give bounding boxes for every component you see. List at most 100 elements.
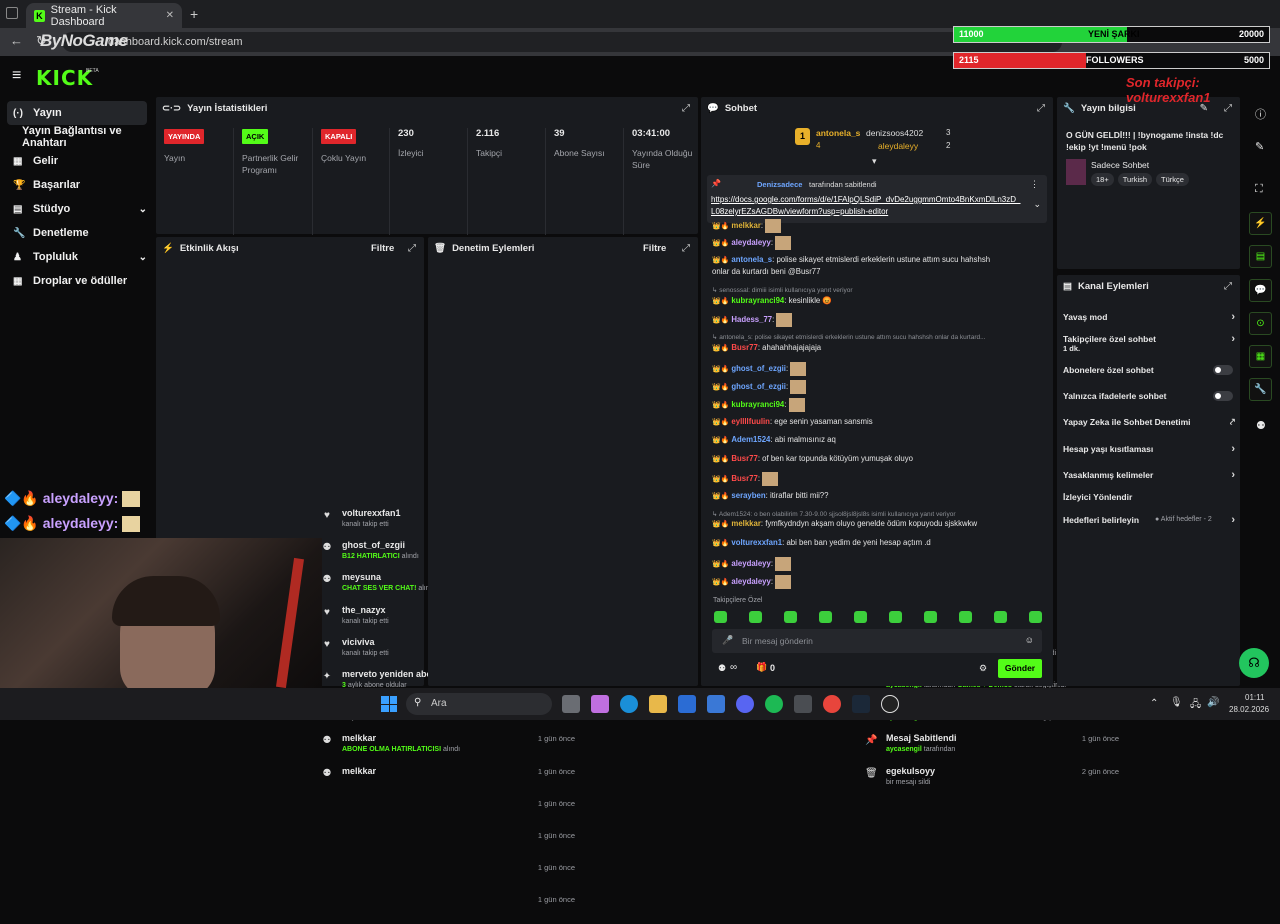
tray-chevron-icon[interactable]: ⌃: [1150, 698, 1158, 709]
explorer-icon[interactable]: [649, 695, 667, 713]
leader-2-name[interactable]: denizsoos4202: [866, 128, 923, 138]
gift-icon[interactable]: 🎁: [756, 662, 767, 673]
list-item[interactable]: 🗑 egekulsoyy bir mesajı sildi 2 gün önce: [865, 764, 1119, 796]
chat-username[interactable]: Busr77: [731, 474, 757, 483]
clock-time[interactable]: 01:11: [1245, 693, 1264, 702]
chat-message[interactable]: ↳ antonela_s: polise sikayet etmislerdi …: [712, 332, 986, 341]
toggle-switch[interactable]: [1213, 391, 1233, 401]
chat-message[interactable]: 👑🔥 volturexxfan1: abi ben ban yedim de y…: [712, 538, 931, 547]
app-icon[interactable]: [794, 695, 812, 713]
rail-tools-button[interactable]: 🔧: [1249, 378, 1272, 401]
chat-message[interactable]: 👑🔥 eyllllfuulin: ege senin yasaman sansm…: [712, 417, 873, 426]
chat-username[interactable]: aleydaleyy: [731, 238, 770, 247]
list-item[interactable]: ⚉ melkkar 1 gün önce: [321, 764, 575, 796]
discord-icon[interactable]: [736, 695, 754, 713]
crop-icon[interactable]: ⛶: [1255, 183, 1263, 196]
sidebar-item[interactable]: 🔧 Denetleme: [7, 221, 147, 245]
tag[interactable]: 18+: [1091, 173, 1114, 186]
chat-message[interactable]: 👑🔥 melkkar:: [712, 219, 782, 233]
chat-message[interactable]: 👑🔥 aleydaleyy:: [712, 236, 792, 250]
chat-username[interactable]: melkkar: [731, 221, 760, 230]
leader-1-name[interactable]: antonela_s: [816, 128, 860, 138]
pinned-chevron-icon[interactable]: ⌄: [1033, 199, 1041, 210]
channel-action[interactable]: Abonelere özel sohbet: [1063, 365, 1233, 383]
word-icon[interactable]: [678, 695, 696, 713]
chat-username[interactable]: volturexxfan1: [731, 538, 782, 547]
chat-message[interactable]: 👑🔥 ghost_of_ezgii:: [712, 362, 807, 376]
task-view-icon[interactable]: [562, 695, 580, 713]
channel-action[interactable]: Yavaş mod ›: [1063, 311, 1235, 330]
toggle-switch[interactable]: [1213, 365, 1233, 375]
emote-button[interactable]: [959, 611, 972, 623]
chat-username[interactable]: kubrayranci94: [731, 400, 784, 409]
sidebar-item[interactable]: ▦ Gelir: [7, 149, 147, 173]
chat-message[interactable]: 👑🔥 kubrayranci94:: [712, 398, 805, 412]
leader-3-name[interactable]: aleydaleyy: [878, 141, 918, 151]
obs-icon[interactable]: [881, 695, 899, 713]
channel-action[interactable]: Yasaklanmış kelimeler ›: [1063, 469, 1235, 488]
chrome-icon[interactable]: [823, 695, 841, 713]
sidebar-item[interactable]: ▤ Stüdyo ⌄: [7, 197, 147, 221]
taskbar-search[interactable]: ⚲ Ara: [406, 693, 552, 715]
chat-message[interactable]: 👑🔥 Busr77: ahahahhajajajaja: [712, 343, 821, 352]
activity-expand-icon[interactable]: ⤢: [408, 243, 416, 254]
sidebar-item[interactable]: ▦ Droplar ve ödüller: [7, 269, 147, 293]
chat-username[interactable]: aleydaleyy: [731, 577, 770, 586]
tag[interactable]: Turkish: [1117, 173, 1153, 186]
list-item[interactable]: 1 gün önce: [321, 828, 575, 860]
collapse-leaders-icon[interactable]: ▾: [872, 156, 877, 167]
clock-date[interactable]: 28.02.2026: [1229, 705, 1269, 714]
chat-message[interactable]: 👑🔥 serayben: itiraflar bitti mii??: [712, 491, 828, 500]
emote-button[interactable]: [714, 611, 727, 623]
chat-message[interactable]: 👑🔥 ghost_of_ezgii:: [712, 380, 807, 394]
chat-message[interactable]: 👑🔥 antonela_s: polise sikayet etmislerdi…: [712, 255, 990, 264]
emote-button[interactable]: [854, 611, 867, 623]
channel-action[interactable]: Hesap yaşı kısıtlaması ›: [1063, 443, 1235, 462]
chat-username[interactable]: serayben: [731, 491, 765, 500]
channel-action[interactable]: Yalnızca ifadelerle sohbet: [1063, 391, 1233, 409]
tab-close-icon[interactable]: ✕: [166, 10, 174, 21]
mail-icon[interactable]: [707, 695, 725, 713]
rail-chat-button[interactable]: 💬: [1249, 279, 1272, 302]
edge-icon[interactable]: [620, 695, 638, 713]
menu-icon[interactable]: ≡: [12, 67, 21, 85]
moderation-expand-icon[interactable]: ⤢: [682, 243, 690, 254]
list-item[interactable]: 📌 Mesaj Sabitlendi aycasengil tarafından 1 …: [865, 731, 1119, 763]
sidebar-item[interactable]: (·) Yayın: [7, 101, 147, 125]
chat-input[interactable]: 🎤 Bir mesaj gönderin ☺: [712, 629, 1042, 653]
emote-button[interactable]: [819, 611, 832, 623]
chat-settings-icon[interactable]: ⚙: [979, 663, 987, 674]
back-icon[interactable]: ←: [10, 33, 23, 48]
moderation-filter-button[interactable]: Filtre: [643, 243, 666, 254]
emote-button[interactable]: [924, 611, 937, 623]
chat-username[interactable]: kubrayranci94: [731, 296, 784, 305]
mic-icon[interactable]: 🎤: [722, 635, 733, 646]
sidebar-item[interactable]: Yayın Bağlantısı ve Anahtarı: [7, 125, 157, 149]
rail-layout-button[interactable]: ▦: [1249, 345, 1272, 368]
network-icon[interactable]: 🖧: [1190, 697, 1201, 714]
chat-message[interactable]: 👑🔥 kubrayranci94: kesinlikle 😡: [712, 296, 832, 305]
emote-button[interactable]: [784, 611, 797, 623]
chevron-down-icon[interactable]: ⌄: [139, 252, 147, 263]
pencil-icon[interactable]: ✎: [1255, 140, 1264, 153]
url-input[interactable]: dashboard.kick.com/stream: [62, 32, 1062, 52]
channel-action[interactable]: Takipçilere özel sohbet 1 dk. ›: [1063, 333, 1235, 353]
emote-button[interactable]: [749, 611, 762, 623]
chat-message[interactable]: ↳ Adem1524: o ben olabilirim 7.30-9.00 s…: [712, 509, 956, 518]
chat-message[interactable]: 👑🔥 aleydaleyy:: [712, 557, 792, 571]
help-headset-icon[interactable]: ☊: [1239, 648, 1269, 678]
activity-filter-button[interactable]: Filtre: [371, 243, 394, 254]
chat-message[interactable]: 👑🔥 Hadess_77:: [712, 313, 793, 327]
chat-message[interactable]: 👑🔥 Adem1524: abi malmısınız aq: [712, 435, 836, 444]
rail-bolt-button[interactable]: ⚡: [1249, 212, 1272, 235]
sidebar-item[interactable]: 🏆 Başarılar: [7, 173, 147, 197]
chat-username[interactable]: ghost_of_ezgii: [731, 364, 786, 373]
expand-icon[interactable]: ⤢: [682, 103, 690, 114]
copilot-icon[interactable]: [591, 695, 609, 713]
chat-username[interactable]: Adem1524: [731, 435, 770, 444]
rail-doc-button[interactable]: ▤: [1249, 245, 1272, 268]
channel-actions-expand-icon[interactable]: ⤢: [1224, 281, 1232, 292]
channel-action[interactable]: İzleyici Yönlendir: [1063, 492, 1233, 510]
info-icon[interactable]: ⓘ: [1255, 106, 1266, 122]
windows-start-icon[interactable]: [381, 696, 397, 712]
